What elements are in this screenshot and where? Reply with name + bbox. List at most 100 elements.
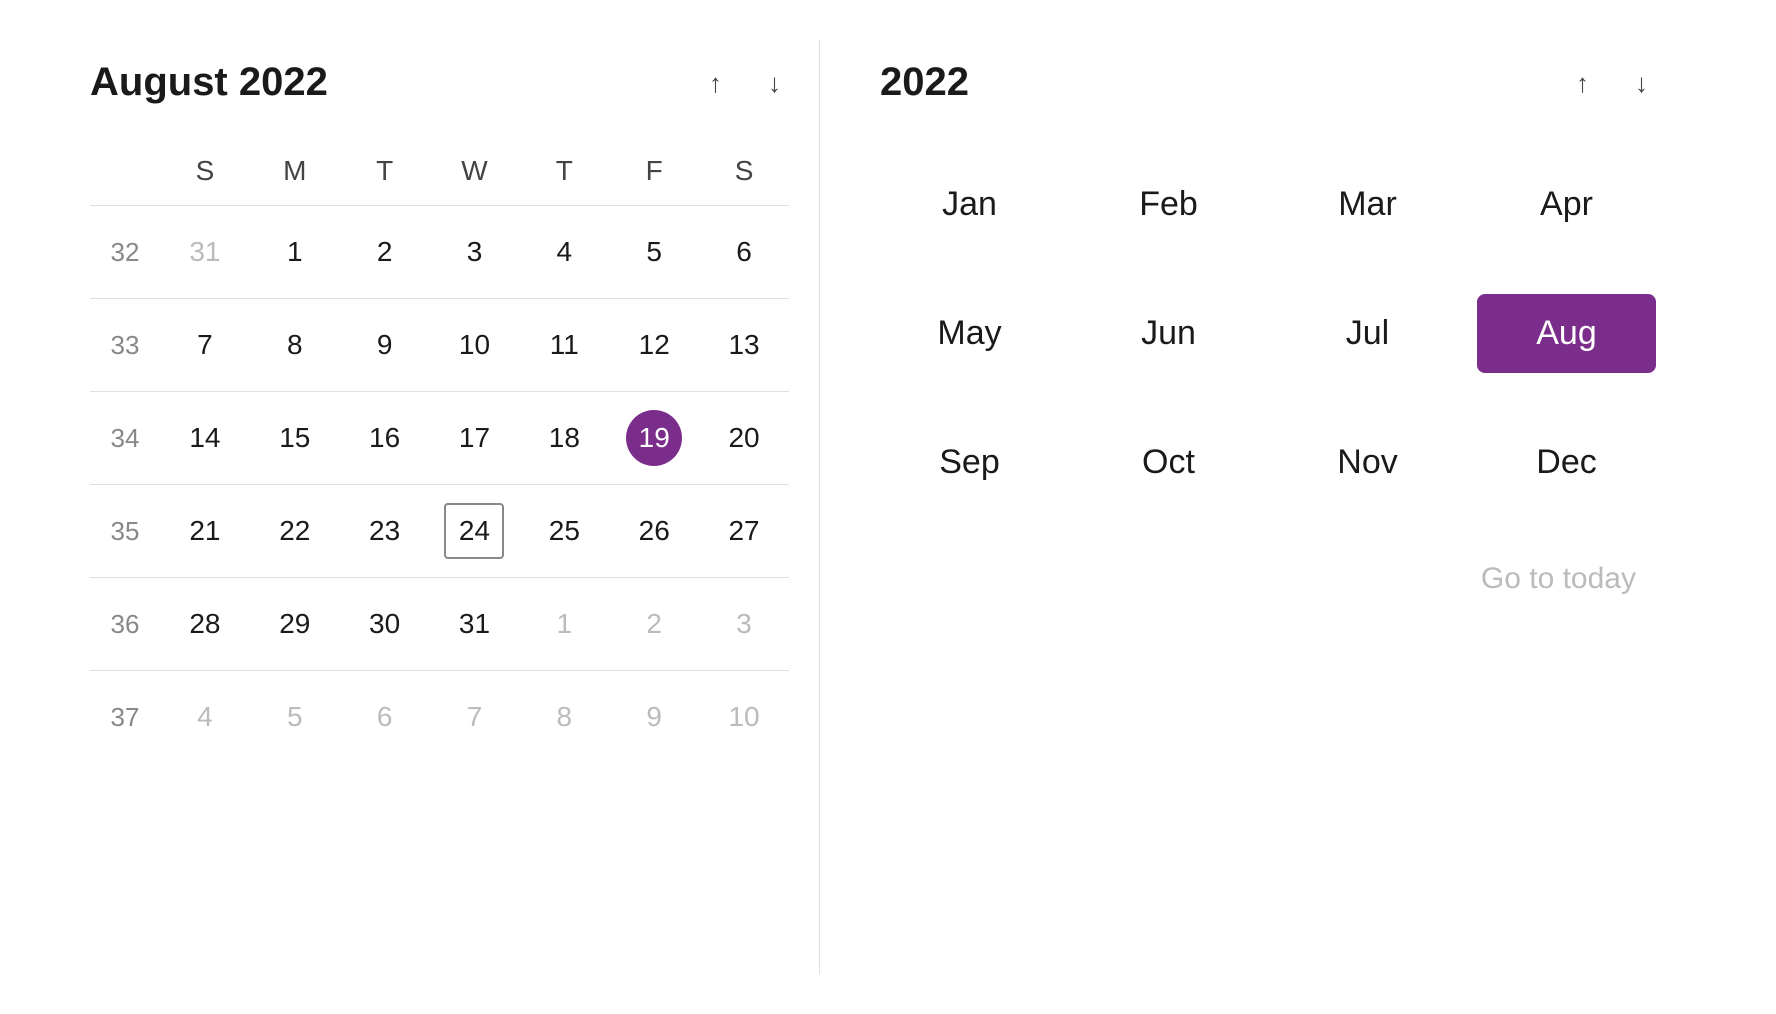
day-cell-w3-d3[interactable]: 24 <box>430 485 520 577</box>
day-cell-w2-d5[interactable]: 19 <box>609 392 699 484</box>
week-num-1: 33 <box>90 299 160 391</box>
day-inner: 7 <box>177 317 233 373</box>
go-to-today-button[interactable]: Go to today <box>880 562 1656 596</box>
month-cell-sep[interactable]: Sep <box>880 423 1059 502</box>
day-header-4: T <box>519 145 609 197</box>
day-cell-w3-d6[interactable]: 27 <box>699 485 789 577</box>
month-cell-nov[interactable]: Nov <box>1278 423 1457 502</box>
day-cell-w0-d5[interactable]: 5 <box>609 206 699 298</box>
month-cell-jul[interactable]: Jul <box>1278 294 1457 373</box>
day-cell-w0-d4[interactable]: 4 <box>519 206 609 298</box>
day-inner: 8 <box>536 689 592 745</box>
day-header-1: M <box>250 145 340 197</box>
day-cell-w5-d2[interactable]: 6 <box>340 671 430 763</box>
calendar-container: August 2022 ↑ ↓ SMTWTFS 3231123456337891… <box>0 0 1776 1014</box>
day-inner: 18 <box>536 410 592 466</box>
day-cell-w2-d3[interactable]: 17 <box>430 392 520 484</box>
table-row: 3628 29 30 31 123 <box>90 577 789 670</box>
day-cell-w0-d2[interactable]: 2 <box>340 206 430 298</box>
day-cell-w4-d6[interactable]: 3 <box>699 578 789 670</box>
day-inner: 24 <box>444 503 504 559</box>
day-inner: 9 <box>357 317 413 373</box>
day-inner: 31 <box>177 224 233 280</box>
day-cell-w2-d1[interactable]: 15 <box>250 392 340 484</box>
year-nav-buttons: ↑ ↓ <box>1568 66 1656 100</box>
week-num-4: 36 <box>90 578 160 670</box>
day-inner: 2 <box>626 596 682 652</box>
day-cell-w4-d0[interactable]: 28 <box>160 578 250 670</box>
day-inner: 3 <box>446 224 502 280</box>
monthly-calendar: August 2022 ↑ ↓ SMTWTFS 3231123456337891… <box>60 40 820 974</box>
day-inner: 31 <box>446 596 502 652</box>
day-cell-w1-d1[interactable]: 8 <box>250 299 340 391</box>
year-title: 2022 <box>880 60 969 105</box>
month-cell-jun[interactable]: Jun <box>1079 294 1258 373</box>
year-next-button[interactable]: ↓ <box>1627 66 1656 100</box>
month-cell-dec[interactable]: Dec <box>1477 423 1656 502</box>
day-cell-w5-d5[interactable]: 9 <box>609 671 699 763</box>
day-cell-w5-d6[interactable]: 10 <box>699 671 789 763</box>
day-header-3: W <box>430 145 520 197</box>
day-inner: 29 <box>267 596 323 652</box>
day-inner: 6 <box>357 689 413 745</box>
day-cell-w3-d0[interactable]: 21 <box>160 485 250 577</box>
day-cell-w5-d3[interactable]: 7 <box>430 671 520 763</box>
day-cell-w3-d1[interactable]: 22 <box>250 485 340 577</box>
day-cell-w1-d3[interactable]: 10 <box>430 299 520 391</box>
day-cell-w3-d5[interactable]: 26 <box>609 485 699 577</box>
day-cell-w0-d6[interactable]: 6 <box>699 206 789 298</box>
month-cell-mar[interactable]: Mar <box>1278 165 1457 244</box>
day-cell-w5-d0[interactable]: 4 <box>160 671 250 763</box>
year-prev-button[interactable]: ↑ <box>1568 66 1597 100</box>
month-cell-may[interactable]: May <box>880 294 1059 373</box>
day-cell-w2-d6[interactable]: 20 <box>699 392 789 484</box>
day-cell-w4-d2[interactable]: 30 <box>340 578 430 670</box>
day-cell-w1-d2[interactable]: 9 <box>340 299 430 391</box>
day-cell-w0-d3[interactable]: 3 <box>430 206 520 298</box>
day-cell-w2-d2[interactable]: 16 <box>340 392 430 484</box>
day-inner: 8 <box>267 317 323 373</box>
day-cell-w4-d1[interactable]: 29 <box>250 578 340 670</box>
table-row: 32 31 123456 <box>90 205 789 298</box>
day-cell-w1-d6[interactable]: 13 <box>699 299 789 391</box>
day-cell-w0-d1[interactable]: 1 <box>250 206 340 298</box>
day-cell-w1-d5[interactable]: 12 <box>609 299 699 391</box>
month-cell-feb[interactable]: Feb <box>1079 165 1258 244</box>
day-cell-w3-d4[interactable]: 25 <box>519 485 609 577</box>
day-inner: 11 <box>536 317 592 373</box>
month-cell-oct[interactable]: Oct <box>1079 423 1258 502</box>
month-cell-apr[interactable]: Apr <box>1477 165 1656 244</box>
day-inner: 4 <box>177 689 233 745</box>
day-inner: 26 <box>626 503 682 559</box>
day-header-0: S <box>160 145 250 197</box>
day-cell-w1-d0[interactable]: 7 <box>160 299 250 391</box>
day-inner: 17 <box>446 410 502 466</box>
day-cell-w1-d4[interactable]: 11 <box>519 299 609 391</box>
month-cell-jan[interactable]: Jan <box>880 165 1059 244</box>
calendar-nav-buttons: ↑ ↓ <box>701 66 789 100</box>
calendar-grid: SMTWTFS 32311234563378910111213341415161… <box>90 145 789 763</box>
day-inner: 4 <box>536 224 592 280</box>
day-cell-w4-d5[interactable]: 2 <box>609 578 699 670</box>
week-num-header <box>90 145 160 197</box>
day-cell-w0-d0[interactable]: 31 <box>160 206 250 298</box>
day-inner: 1 <box>267 224 323 280</box>
calendar-prev-button[interactable]: ↑ <box>701 66 730 100</box>
day-inner: 1 <box>536 596 592 652</box>
day-cell-w2-d4[interactable]: 18 <box>519 392 609 484</box>
day-cell-w5-d4[interactable]: 8 <box>519 671 609 763</box>
week-num-0: 32 <box>90 206 160 298</box>
day-inner: 23 <box>357 503 413 559</box>
day-cell-w2-d0[interactable]: 14 <box>160 392 250 484</box>
day-cell-w4-d3[interactable]: 31 <box>430 578 520 670</box>
day-inner: 25 <box>536 503 592 559</box>
month-cell-aug[interactable]: Aug <box>1477 294 1656 373</box>
day-cell-w4-d4[interactable]: 1 <box>519 578 609 670</box>
day-cell-w3-d2[interactable]: 23 <box>340 485 430 577</box>
day-inner: 5 <box>626 224 682 280</box>
day-cell-w5-d1[interactable]: 5 <box>250 671 340 763</box>
day-inner: 30 <box>357 596 413 652</box>
calendar-next-button[interactable]: ↓ <box>760 66 789 100</box>
day-inner: 2 <box>357 224 413 280</box>
day-inner: 21 <box>177 503 233 559</box>
